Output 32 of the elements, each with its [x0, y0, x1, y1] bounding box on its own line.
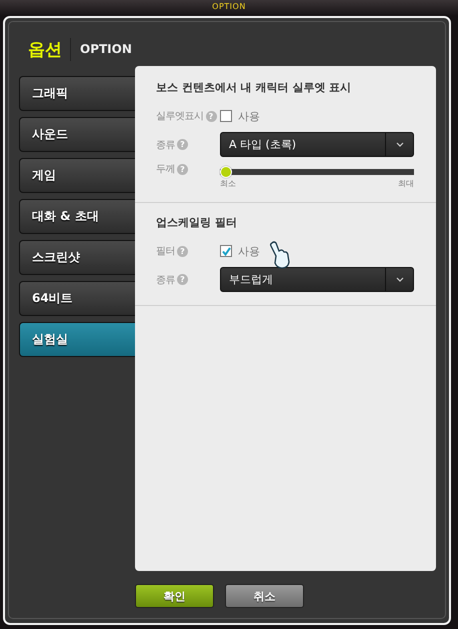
setting-label: 종류 — [156, 138, 175, 152]
min-label: 최소 — [220, 178, 236, 189]
sidebar-tab[interactable]: 스크린샷 — [19, 240, 138, 275]
section-title: 보스 컨텐츠에서 내 캐릭터 실루엣 표시 — [156, 80, 352, 95]
setting-label: 두께 — [156, 163, 175, 176]
checkbox[interactable] — [220, 110, 232, 122]
sidebar-tab[interactable]: 게임 — [19, 158, 138, 193]
sidebar-tab[interactable]: 실험실 — [19, 322, 138, 357]
setting-label: 필터 — [156, 245, 175, 258]
setting-label: 실루엣표시 — [156, 110, 204, 123]
confirm-button[interactable]: 확인 — [135, 584, 214, 608]
chevron-down-icon — [396, 277, 404, 282]
max-label: 최대 — [398, 178, 414, 189]
section-title: 업스케일링 필터 — [156, 215, 238, 230]
sidebar-tab[interactable]: 대화 & 초대 — [19, 199, 138, 234]
dialog-title: 옵션 — [28, 38, 71, 60]
setting-label: 종류 — [156, 274, 175, 286]
slider-thumb[interactable] — [220, 166, 232, 178]
checkbox-label[interactable]: 사용 — [238, 108, 260, 124]
dropdown[interactable]: 부드럽게 — [220, 267, 414, 292]
slider-track[interactable] — [220, 166, 414, 178]
dropdown[interactable]: A 타입 (초록) — [220, 132, 414, 157]
sidebar-tab[interactable]: 사운드 — [19, 117, 138, 152]
window-title: OPTION — [212, 2, 246, 11]
sidebar-tab[interactable]: 64비트 — [19, 281, 138, 316]
checkbox[interactable] — [220, 245, 232, 257]
cancel-button[interactable]: 취소 — [225, 584, 304, 608]
dialog-subtitle: OPTION — [80, 42, 132, 56]
chevron-down-icon — [396, 142, 404, 147]
hand-cursor-icon — [268, 240, 292, 270]
checkbox-label[interactable]: 사용 — [238, 244, 260, 258]
sidebar-tab[interactable]: 그래픽 — [19, 76, 138, 111]
